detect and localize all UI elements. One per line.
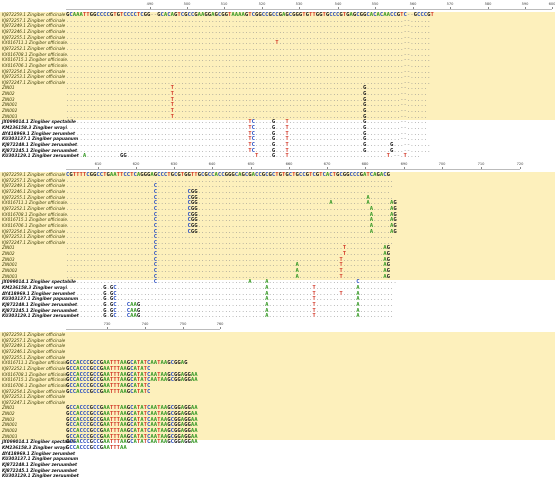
sequence-name: KU303129.1 Zingiber zeruumbet [2, 473, 79, 479]
tick-mark [220, 327, 221, 329]
tick-label: 560 [409, 2, 417, 6]
tick-label: 630 [170, 162, 178, 166]
tick-label: 700 [438, 162, 446, 166]
tick-label: 750 [179, 322, 187, 326]
sequence-text: ...........G.GC...CAAG..................… [66, 313, 394, 320]
alignment-block-2: 610 620 630 640 650 660 670 680 690 700 710 720 KJ8… [0, 160, 555, 320]
position-ruler: 730 740 750 760 [0, 320, 555, 332]
tick-label: 730 [103, 322, 111, 326]
tick-label: 680 [361, 162, 369, 166]
tick-label: 690 [400, 162, 408, 166]
tick-label: 530 [295, 2, 303, 6]
tick-label: 720 [516, 162, 524, 166]
tick-label: 650 [247, 162, 255, 166]
tick-label: 610 [94, 162, 102, 166]
sequence-text: .....A..........GG......................… [66, 153, 421, 160]
tick-label: 740 [141, 322, 149, 326]
alignment-row: KU303129.1 Zingiber zeruumbet [0, 473, 555, 479]
tick-label: 670 [323, 162, 331, 166]
tick-label: 600 [548, 2, 555, 6]
tick-label: 550 [371, 2, 379, 6]
ruler-line [66, 169, 520, 170]
tick-mark [552, 7, 553, 9]
sequence-alignment-figure: { "names": [ "KJ872259.1 Zingiber offici… [0, 0, 555, 481]
tick-label: 590 [521, 2, 529, 6]
position-ruler: 610 620 630 640 650 660 670 680 690 700 710 720 [0, 160, 555, 172]
position-ruler: 490 500 510 520 530 540 550 560 570 580 590 600 [0, 0, 555, 12]
alignment-row: KU303129.1 Zingiber zeruumbet...........… [0, 313, 555, 319]
tick-label: 520 [258, 2, 266, 6]
tick-label: 620 [132, 162, 140, 166]
tick-label: 660 [285, 162, 293, 166]
tick-label: 640 [208, 162, 216, 166]
ruler-line [66, 329, 220, 330]
tick-label: 500 [183, 2, 191, 6]
tick-label: 510 [220, 2, 228, 6]
tick-mark [520, 167, 521, 169]
tick-label: 540 [334, 2, 342, 6]
tick-label: 490 [146, 2, 154, 6]
tick-label: 570 [446, 2, 454, 6]
alignment-block-1: 490 500 510 520 530 540 550 560 570 580 590 600 KJ8… [0, 0, 555, 160]
alignment-row: KU303129.1 Zingiber zeruumbet .....A.....… [0, 153, 555, 159]
tick-label: 710 [477, 162, 485, 166]
tick-label: 580 [484, 2, 492, 6]
ruler-line [66, 9, 552, 10]
alignment-block-3: 730 740 750 760 KJ872259.1 Zingiber officin… [0, 320, 555, 480]
tick-label: 760 [216, 322, 224, 326]
